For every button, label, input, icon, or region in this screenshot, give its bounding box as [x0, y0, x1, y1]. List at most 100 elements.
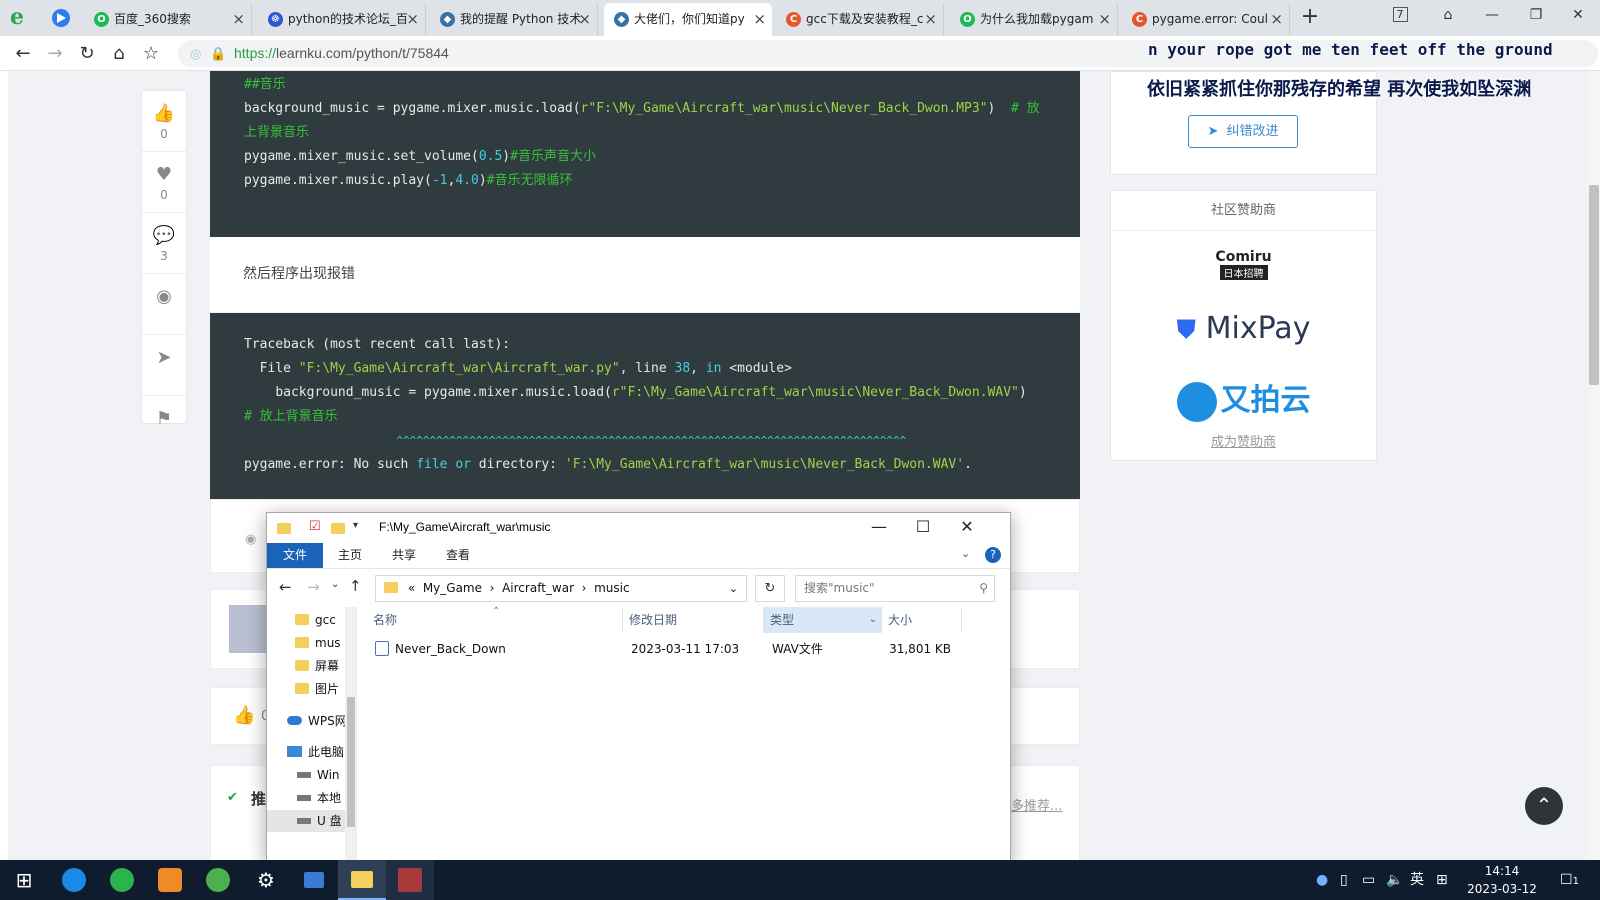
tab-close-icon[interactable]: × — [232, 3, 245, 36]
tray-usb-icon[interactable]: ▯ — [1340, 860, 1348, 900]
column-name[interactable]: 名称 — [367, 607, 623, 633]
favorites-icon[interactable]: ☆ — [138, 41, 164, 67]
properties-icon[interactable]: ☑ — [309, 519, 321, 534]
taskbar-app-green[interactable] — [194, 860, 242, 900]
action-eye[interactable]: ◉ — [142, 274, 186, 335]
file-row[interactable]: Never_Back_Down 2023-03-11 17:03 WAV文件 3… — [375, 638, 965, 660]
browser-logo-icon[interactable]: e — [10, 6, 34, 30]
reload-icon[interactable]: ↻ — [74, 41, 100, 67]
notification-center-icon[interactable]: ☐1 — [1560, 860, 1579, 900]
column-modified[interactable]: 修改日期 — [623, 607, 764, 633]
action-heart[interactable]: ♥ 0 — [142, 152, 186, 213]
ime-indicator[interactable]: 英 — [1410, 860, 1424, 900]
youpai-logo[interactable]: 又拍云 — [1111, 375, 1376, 422]
browser-tab[interactable]: Cgcc下载及安装教程_c × — [776, 3, 944, 36]
breadcrumb-item[interactable]: Aircraft_war — [502, 581, 574, 595]
file-name: Never_Back_Down — [395, 642, 506, 656]
tree-scrollbar[interactable] — [345, 607, 356, 861]
ribbon-tab-share[interactable]: 共享 — [379, 543, 429, 568]
action-send[interactable]: ➤ — [142, 335, 186, 396]
taskbar-app-window[interactable] — [290, 860, 338, 900]
tab-close-icon[interactable]: × — [406, 3, 419, 36]
breadcrumb-item[interactable]: My_Game — [423, 581, 482, 595]
address-dropdown-icon[interactable]: ⌄ — [729, 576, 738, 601]
site-info-icon[interactable]: ◎ — [190, 40, 201, 67]
explorer-minimize-icon[interactable]: — — [857, 513, 901, 543]
up-icon[interactable]: ↑ — [349, 577, 362, 595]
tab-close-icon[interactable]: × — [1270, 3, 1283, 36]
forward-icon[interactable]: → — [42, 41, 68, 67]
tree-item-usb-drive[interactable]: U 盘 — [267, 810, 345, 832]
tab-close-icon[interactable]: × — [753, 3, 766, 36]
tree-scroll-thumb[interactable] — [347, 697, 355, 827]
tab-close-icon[interactable]: × — [924, 3, 937, 36]
settings-gear-icon[interactable]: ⚙ — [242, 860, 290, 900]
avatar[interactable] — [229, 605, 269, 653]
help-icon[interactable]: ? — [985, 547, 1001, 563]
column-dropdown-icon[interactable]: ⌄ — [869, 607, 877, 633]
tab-close-icon[interactable]: × — [1098, 3, 1111, 36]
become-sponsor-link[interactable]: 成为赞助商 — [1111, 431, 1376, 450]
tab-count-badge[interactable]: 7 — [1380, 0, 1420, 32]
recent-dropdown-icon[interactable]: ⌄ — [331, 579, 339, 590]
taskbar-app-explorer[interactable] — [338, 860, 386, 900]
explorer-maximize-icon[interactable]: ☐ — [901, 513, 945, 543]
taskbar-app-winrar[interactable] — [386, 860, 434, 900]
action-flag[interactable]: ⚑ — [142, 396, 186, 457]
breadcrumb-sep[interactable]: › — [490, 581, 495, 595]
refresh-icon[interactable]: ↻ — [755, 575, 785, 602]
taskbar-app-kugou[interactable] — [50, 860, 98, 900]
action-comment[interactable]: 💬 3 — [142, 213, 186, 274]
close-icon[interactable]: ✕ — [1558, 0, 1598, 32]
ribbon-tab-home[interactable]: 主页 — [325, 543, 375, 568]
browser-tab[interactable]: ◆ 我的提醒 Python 技术 × — [430, 3, 598, 36]
taskbar-app-recorder[interactable] — [146, 860, 194, 900]
audio-file-icon — [375, 641, 389, 656]
explorer-search-input[interactable]: 搜索"music" ⚲ — [795, 575, 995, 602]
ribbon-expand-icon[interactable]: ⌄ — [961, 547, 970, 560]
breadcrumb-sep[interactable]: › — [582, 581, 587, 595]
explorer-back-icon[interactable]: ← — [279, 578, 292, 596]
mixpay-logo[interactable]: ⛊ MixPay — [1111, 311, 1376, 346]
network-icon[interactable]: ▭ — [1362, 860, 1375, 900]
browser-tab[interactable]: O 为什么我加载pygam × — [950, 3, 1118, 36]
thumbs-up-icon[interactable]: 👍 — [233, 705, 255, 726]
clock[interactable]: 14:14 2023-03-12 — [1462, 862, 1542, 898]
explorer-titlebar[interactable]: ☑ ▾ F:\My_Game\Aircraft_war\music — ☐ ✕ — [267, 513, 1010, 543]
minimize-icon[interactable]: — — [1472, 0, 1512, 32]
ribbon-tab-view[interactable]: 查看 — [433, 543, 483, 568]
start-button[interactable]: ⊞ — [0, 860, 48, 900]
tray-kugou-icon[interactable]: ● — [1316, 860, 1328, 900]
action-thumbs-up[interactable]: 👍 0 — [142, 91, 186, 152]
browser-tab[interactable]: ☸ python的技术论坛_百 × — [258, 3, 426, 36]
page-scroll-thumb[interactable] — [1589, 185, 1599, 385]
new-folder-icon[interactable] — [331, 523, 345, 534]
volume-icon[interactable]: 🔈 — [1386, 860, 1403, 900]
home-icon[interactable]: ⌂ — [106, 41, 132, 67]
browser-tab[interactable]: O 百度_360搜索 × — [84, 3, 252, 36]
browser-tab[interactable]: ◆ 大佬们，你们知道py × — [604, 3, 772, 36]
browser-tab[interactable]: Cpygame.error: Coul × — [1122, 3, 1290, 36]
column-size[interactable]: 大小 — [882, 607, 962, 633]
pin-icon[interactable] — [52, 9, 70, 27]
back-icon[interactable]: ← — [10, 41, 36, 67]
column-type[interactable]: 类型 ⌄ — [764, 607, 882, 633]
tab-close-icon[interactable]: × — [578, 3, 591, 36]
new-tab-button[interactable]: + — [1296, 4, 1324, 32]
qat-dropdown-icon[interactable]: ▾ — [353, 520, 358, 531]
back-to-top-button[interactable]: ⌃ — [1525, 787, 1563, 825]
breadcrumb-overflow[interactable]: « — [408, 581, 415, 595]
shirt-skin-icon[interactable]: ⌂ — [1428, 0, 1468, 32]
breadcrumb-item[interactable]: music — [594, 581, 629, 595]
ribbon-tab-file[interactable]: 文件 — [267, 543, 323, 568]
taskbar-app-360browser[interactable] — [98, 860, 146, 900]
code-text: background_music = pygame.mixer.music.lo… — [244, 101, 581, 116]
more-recommend-link[interactable]: 多推荐... — [1011, 795, 1062, 814]
explorer-address-field[interactable]: « My_Game › Aircraft_war › music ⌄ — [375, 575, 747, 602]
explorer-forward-icon[interactable]: → — [307, 578, 320, 596]
ime-grid-icon[interactable]: ⊞ — [1436, 860, 1448, 900]
report-button[interactable]: ➤ 纠错改进 — [1188, 115, 1298, 148]
restore-icon[interactable]: ❐ — [1516, 0, 1556, 32]
comiru-logo[interactable]: Comiru 日本招聘 — [1111, 249, 1376, 281]
explorer-close-icon[interactable]: ✕ — [945, 513, 989, 543]
